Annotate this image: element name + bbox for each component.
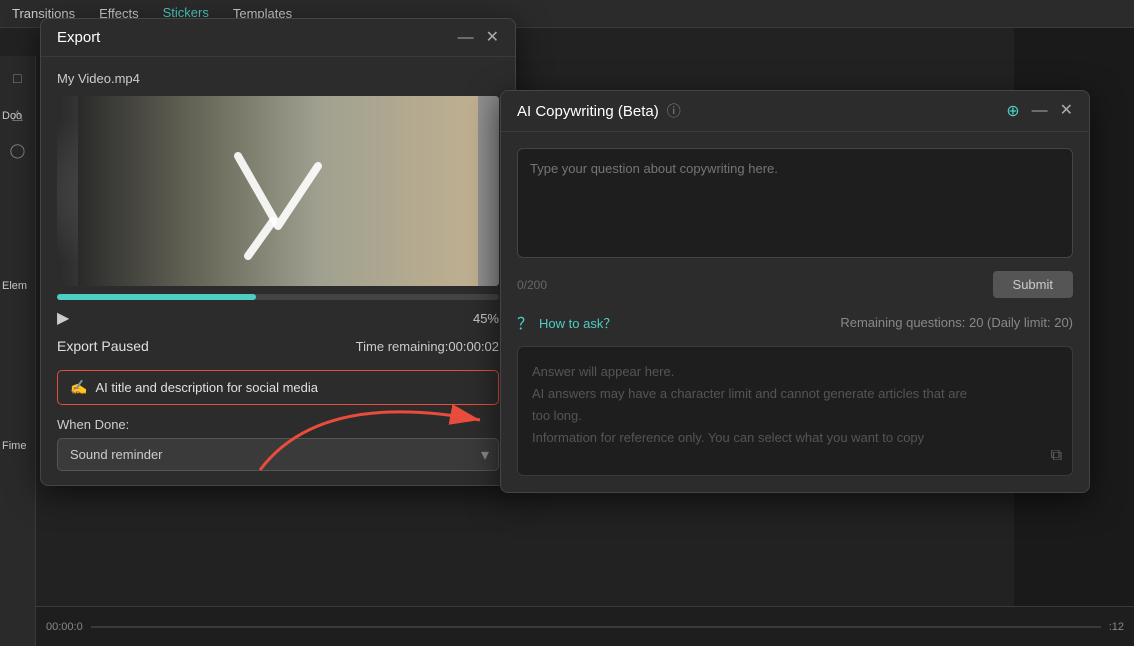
- submit-button[interactable]: Submit: [993, 271, 1073, 298]
- how-to-left: ？ How to ask？: [517, 310, 616, 334]
- copy-icon[interactable]: ⧉: [1051, 447, 1062, 465]
- left-panel-icon-1[interactable]: □: [4, 64, 32, 92]
- timeline-end-time: :12: [1109, 621, 1124, 633]
- export-title-bar: Export — ✕: [41, 19, 515, 57]
- when-done-label: When Done:: [57, 417, 499, 432]
- export-minimize-btn[interactable]: —: [458, 30, 474, 46]
- time-remaining: Time remaining:00:00:02: [356, 339, 499, 354]
- timeline-start-time: 00:00:0: [46, 621, 83, 633]
- remaining-questions: Remaining questions: 20 (Daily limit: 20…: [840, 315, 1073, 330]
- video-thumbnail: [57, 96, 499, 286]
- ai-title-controls: ⊕ — ✕: [1006, 101, 1073, 121]
- question-textarea[interactable]: [517, 148, 1073, 258]
- sound-reminder-dropdown[interactable]: Sound reminder Shut down Do nothing: [57, 438, 499, 471]
- thumbnail-arrow-svg: [57, 96, 499, 286]
- progress-percent: 45%: [473, 311, 499, 326]
- progress-bar-container: [57, 294, 499, 300]
- progress-bar-fill: [57, 294, 256, 300]
- how-to-link[interactable]: How to ask？: [539, 313, 616, 332]
- export-status-row: ▶ 45%: [57, 308, 499, 328]
- ai-dialog-title-bar: AI Copywriting (Beta) ⓘ ⊕ — ✕: [501, 91, 1089, 132]
- ai-title-left: AI Copywriting (Beta) ⓘ: [517, 101, 681, 121]
- left-panel-icon-3[interactable]: ◯: [4, 136, 32, 164]
- timeline-bar: 00:00:0 :12: [36, 606, 1134, 646]
- play-button[interactable]: ▶: [57, 308, 69, 328]
- ai-feature-button[interactable]: ✍ AI title and description for social me…: [57, 370, 499, 405]
- ai-copywriting-dialog: AI Copywriting (Beta) ⓘ ⊕ — ✕ 0/200 Subm…: [500, 90, 1090, 493]
- ai-dialog-body: 0/200 Submit ？ How to ask？ Remaining que…: [501, 132, 1089, 492]
- export-info-row: Export Paused Time remaining:00:00:02: [57, 338, 499, 354]
- video-filename: My Video.mp4: [57, 71, 499, 86]
- char-count: 0/200: [517, 278, 547, 292]
- ai-btn-label: AI title and description for social medi…: [95, 380, 318, 395]
- side-label-elem: Elem: [2, 280, 27, 292]
- left-panel: □ △ ◯: [0, 56, 36, 646]
- export-body: My Video.mp4: [41, 57, 515, 485]
- pin-icon[interactable]: ⊕: [1006, 101, 1019, 121]
- export-dialog-title: Export: [57, 29, 100, 46]
- ai-minimize-btn[interactable]: —: [1032, 103, 1048, 119]
- ai-pencil-icon: ✍: [70, 379, 87, 396]
- info-icon[interactable]: ⓘ: [667, 101, 681, 121]
- answer-area: Answer will appear here. AI answers may …: [517, 346, 1073, 476]
- question-circle-icon: ？: [517, 310, 533, 334]
- export-dialog: Export — ✕ My Video.mp4: [40, 18, 516, 486]
- export-close-btn[interactable]: ✕: [486, 30, 499, 46]
- timeline-track: [91, 626, 1101, 628]
- side-label-fime: Fime: [2, 440, 26, 452]
- ai-close-btn[interactable]: ✕: [1060, 103, 1073, 119]
- dropdown-container: Sound reminder Shut down Do nothing ▾: [57, 438, 499, 471]
- ai-dialog-title: AI Copywriting (Beta): [517, 103, 659, 120]
- how-to-row: ？ How to ask？ Remaining questions: 20 (D…: [517, 310, 1073, 334]
- export-title-controls: — ✕: [458, 30, 499, 46]
- textarea-footer: 0/200 Submit: [517, 271, 1073, 298]
- answer-placeholder: Answer will appear here. AI answers may …: [532, 361, 1058, 449]
- export-status-label: Export Paused: [57, 338, 149, 354]
- side-label-doo: Doo: [2, 110, 22, 122]
